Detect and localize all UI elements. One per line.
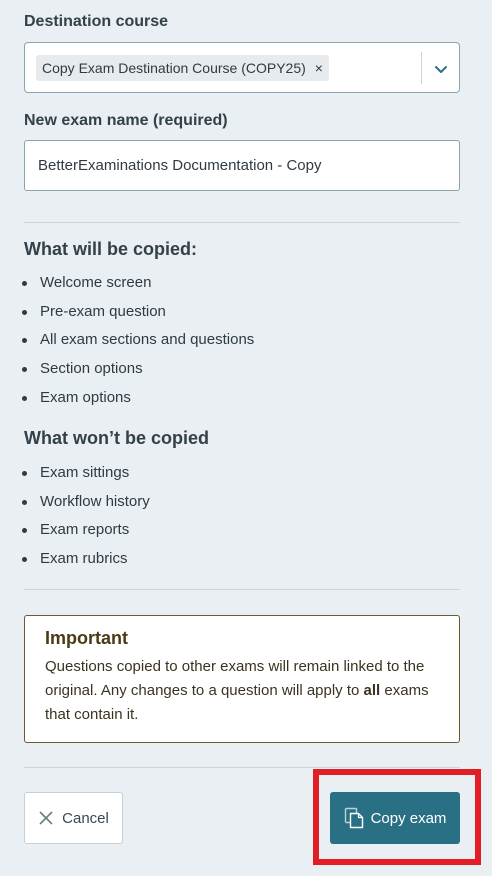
- close-icon: [39, 811, 53, 825]
- list-item: All exam sections and questions: [20, 326, 254, 355]
- important-text: Questions copied to other exams will rem…: [45, 658, 429, 723]
- list-item: Exam reports: [20, 516, 150, 545]
- select-divider: [421, 52, 422, 84]
- copy-exam-button[interactable]: Copy exam: [330, 792, 460, 844]
- copy-exam-button-label: Copy exam: [370, 809, 447, 827]
- divider: [24, 767, 460, 768]
- exam-name-input[interactable]: [24, 140, 460, 191]
- divider: [24, 222, 460, 223]
- wont-copy-heading: What won’t be copied: [24, 428, 209, 448]
- cancel-button-label: Cancel: [62, 809, 109, 827]
- important-title: Important: [45, 628, 128, 648]
- important-notice: Important Questions copied to other exam…: [24, 615, 460, 743]
- list-item: Welcome screen: [20, 269, 254, 298]
- exam-name-label: New exam name (required): [24, 112, 228, 129]
- remove-chip-icon[interactable]: ×: [315, 60, 323, 76]
- destination-course-select[interactable]: Copy Exam Destination Course (COPY25) ×: [24, 42, 460, 93]
- cancel-button[interactable]: Cancel: [24, 792, 123, 844]
- list-item: Exam rubrics: [20, 545, 150, 574]
- list-item: Exam options: [20, 384, 254, 413]
- destination-course-label: Destination course: [24, 13, 169, 30]
- list-item: Workflow history: [20, 488, 150, 517]
- selected-course-chip: Copy Exam Destination Course (COPY25) ×: [36, 55, 329, 81]
- list-item: Pre-exam question: [20, 298, 254, 327]
- divider: [24, 589, 460, 590]
- selected-course-chip-label: Copy Exam Destination Course (COPY25): [42, 60, 306, 76]
- will-copy-list: Welcome screen Pre-exam question All exa…: [20, 269, 254, 412]
- will-copy-heading: What will be copied:: [24, 239, 198, 259]
- list-item: Section options: [20, 355, 254, 384]
- wont-copy-list: Exam sittings Workflow history Exam repo…: [20, 459, 150, 574]
- chevron-down-icon[interactable]: [430, 58, 452, 80]
- copy-icon: [344, 807, 363, 829]
- list-item: Exam sittings: [20, 459, 150, 488]
